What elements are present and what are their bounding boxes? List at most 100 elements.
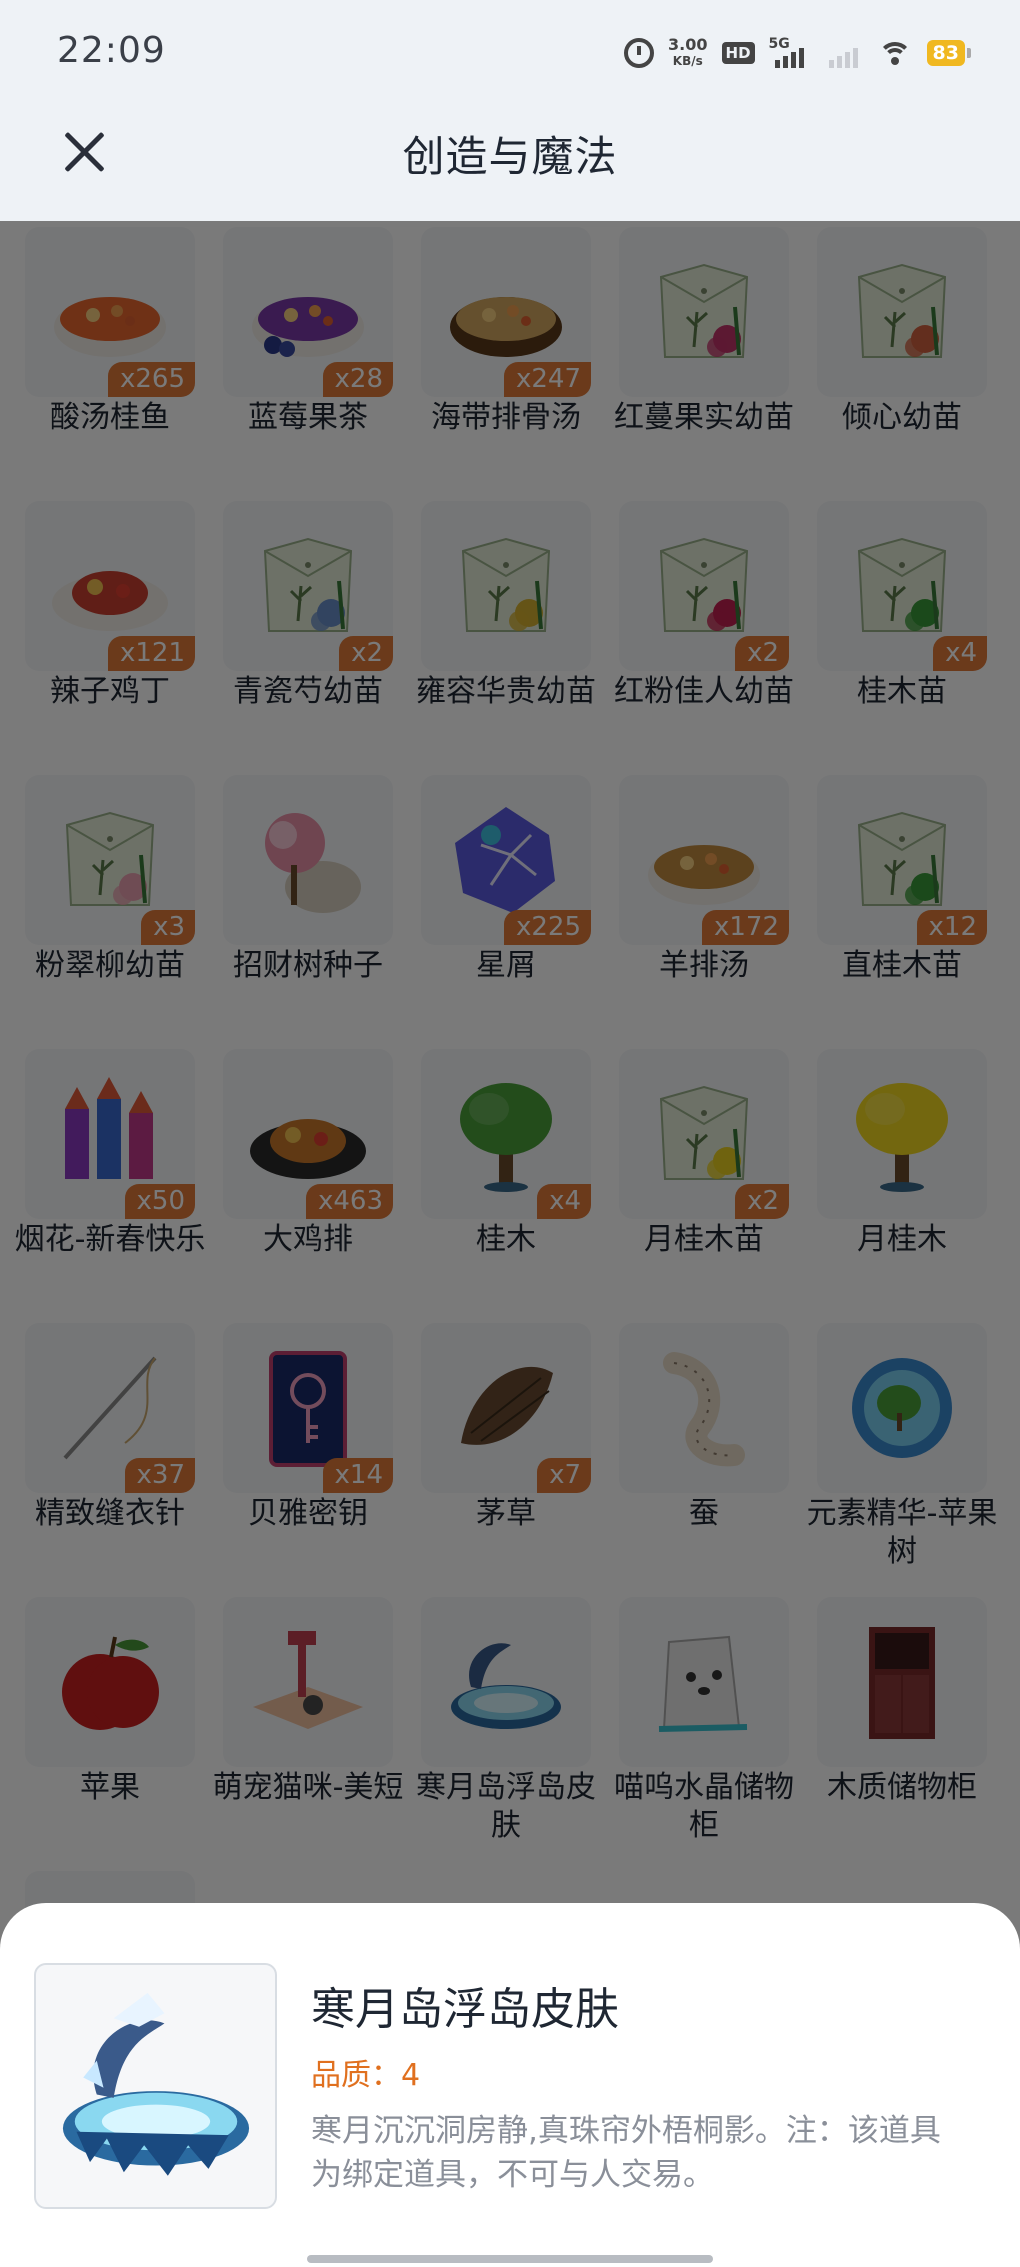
inventory-item[interactable]: 月桂木 <box>817 1049 987 1309</box>
inventory-item[interactable]: x4 桂木 <box>421 1049 591 1309</box>
inventory-item[interactable]: 萌宠猫咪-美短 <box>213 1597 403 1857</box>
inventory-item[interactable]: 招财树种子 <box>223 775 393 1035</box>
signal-secondary-icon <box>823 36 863 70</box>
inventory-item[interactable]: 木质储物柜 <box>817 1597 987 1857</box>
item-thumbnail <box>223 775 393 945</box>
inventory-item[interactable]: x14 贝雅密钥 <box>223 1323 393 1583</box>
item-thumbnail <box>817 1049 987 1219</box>
item-name: 雍容华贵幼苗 <box>416 674 596 709</box>
item-thumbnail <box>619 1323 789 1493</box>
item-name: 月桂木 <box>857 1222 947 1257</box>
seed-pack-icon <box>659 263 749 358</box>
network-speed-value: 3.00 <box>668 35 708 54</box>
cabinet-icon <box>869 1627 935 1739</box>
status-bar: 22:09 3.00 KB/s HD 5G 83 <box>0 0 1020 105</box>
inventory-item[interactable]: x247 海带排骨汤 <box>421 227 591 487</box>
item-thumbnail: x463 <box>223 1049 393 1219</box>
status-time: 22:09 <box>57 30 166 71</box>
island-icon <box>62 1992 249 2176</box>
item-thumbnail: x2 <box>619 501 789 671</box>
detail-item-quality: 品质：4 <box>311 2058 421 2093</box>
item-thumbnail <box>619 1597 789 1767</box>
seed-pack-icon <box>857 537 947 632</box>
item-thumbnail <box>817 1597 987 1767</box>
inventory-item[interactable]: x12 直桂木苗 <box>817 775 987 1035</box>
inventory-item[interactable]: 喵呜水晶储物柜 <box>614 1597 794 1857</box>
seed-pack-icon <box>857 811 947 906</box>
item-name: 烟花-新春快乐 <box>14 1222 206 1257</box>
hd-icon: HD <box>721 42 755 64</box>
blueberry-tea-icon <box>252 297 364 357</box>
item-thumbnail <box>223 1597 393 1767</box>
item-quantity-badge: x2 <box>735 1184 789 1219</box>
item-name: 直桂木苗 <box>842 948 962 983</box>
item-name: 羊排汤 <box>659 948 749 983</box>
seed-pack-icon <box>461 537 551 632</box>
network-speed-unit: KB/s <box>672 54 703 68</box>
wifi-icon <box>877 38 913 68</box>
item-name: 辣子鸡丁 <box>50 674 170 709</box>
inventory-item[interactable]: x463 大鸡排 <box>223 1049 393 1309</box>
inventory-item[interactable]: x37 精致缝衣针 <box>25 1323 195 1583</box>
inventory-item[interactable]: x2 青瓷芍幼苗 <box>223 501 393 761</box>
inventory-item[interactable]: 红蔓果实幼苗 <box>614 227 794 487</box>
inventory-item[interactable]: 蚕 <box>619 1323 789 1583</box>
item-thumbnail: x2 <box>619 1049 789 1219</box>
item-name: 蚕 <box>689 1496 719 1531</box>
item-quantity-badge: x463 <box>305 1184 393 1219</box>
item-name: 红粉佳人幼苗 <box>614 674 794 709</box>
inventory-item[interactable]: x2 红粉佳人幼苗 <box>614 501 794 761</box>
inventory-item[interactable]: x3 粉翠柳幼苗 <box>25 775 195 1035</box>
item-thumbnail: x121 <box>25 501 195 671</box>
item-quantity-badge: x14 <box>322 1458 393 1493</box>
item-name: 茅草 <box>476 1496 536 1531</box>
item-thumbnail: x28 <box>223 227 393 397</box>
home-indicator[interactable] <box>307 2255 713 2263</box>
item-quantity-badge: x12 <box>916 910 987 945</box>
inventory-item[interactable]: x7 茅草 <box>421 1323 591 1583</box>
item-thumbnail <box>421 1597 591 1767</box>
inventory-item[interactable]: 倾心幼苗 <box>817 227 987 487</box>
kelp-soup-icon <box>450 297 562 357</box>
item-name: 桂木苗 <box>857 674 947 709</box>
lamb-soup-icon <box>648 845 760 905</box>
inventory-item[interactable]: x225 星屑 <box>421 775 591 1035</box>
inventory-item[interactable]: x50 烟花-新春快乐 <box>15 1049 205 1309</box>
inventory-item[interactable]: 苹果 <box>25 1597 195 1857</box>
inventory-item[interactable]: 雍容华贵幼苗 <box>416 501 596 761</box>
tree-icon <box>856 1083 948 1192</box>
item-name: 苹果 <box>80 1770 140 1805</box>
seed-pack-icon <box>857 263 947 358</box>
inventory-item[interactable]: x28 蓝莓果茶 <box>223 227 393 487</box>
inventory-item[interactable]: 寒月岛浮岛皮肤 <box>416 1597 596 1857</box>
seed-pack-icon <box>263 537 353 632</box>
detail-item-title: 寒月岛浮岛皮肤 <box>311 1984 619 2035</box>
item-name: 红蔓果实幼苗 <box>614 400 794 435</box>
spicy-chicken-icon <box>52 571 168 631</box>
item-thumbnail <box>421 501 591 671</box>
inventory-item[interactable]: x2 月桂木苗 <box>619 1049 789 1309</box>
needle-icon <box>63 1356 157 1460</box>
network-speed: 3.00 KB/s <box>668 37 707 69</box>
inventory-item[interactable]: x121 辣子鸡丁 <box>25 501 195 761</box>
battery-icon: 83 <box>926 40 972 66</box>
item-thumbnail <box>817 227 987 397</box>
item-name: 元素精华-苹果树 <box>806 1496 998 1569</box>
firework-icon <box>65 1077 153 1179</box>
inventory-item[interactable]: x265 酸汤桂鱼 <box>25 227 195 487</box>
item-thumbnail: x3 <box>25 775 195 945</box>
detail-item-description: 寒月沉沉洞房静,真珠帘外梧桐影。注：该道具为绑定道具，不可与人交易。 <box>311 2113 941 2193</box>
item-name: 大鸡排 <box>263 1222 353 1257</box>
item-name: 寒月岛浮岛皮肤 <box>416 1770 596 1843</box>
item-thumbnail: x14 <box>223 1323 393 1493</box>
item-detail-sheet: 寒月岛浮岛皮肤 品质：4 寒月沉沉洞房静,真珠帘外梧桐影。注：该道具为绑定道具，… <box>0 1903 1020 2267</box>
inventory-item[interactable]: 元素精华-苹果树 <box>807 1323 997 1583</box>
item-quantity-badge: x172 <box>701 910 789 945</box>
item-name: 喵呜水晶储物柜 <box>614 1770 794 1843</box>
inventory-item[interactable]: x172 羊排汤 <box>619 775 789 1035</box>
item-thumbnail: x265 <box>25 227 195 397</box>
island-icon <box>451 1643 561 1729</box>
inventory-item[interactable]: x4 桂木苗 <box>817 501 987 761</box>
essence-orb-icon <box>852 1358 952 1458</box>
item-quantity-badge: x2 <box>735 636 789 671</box>
